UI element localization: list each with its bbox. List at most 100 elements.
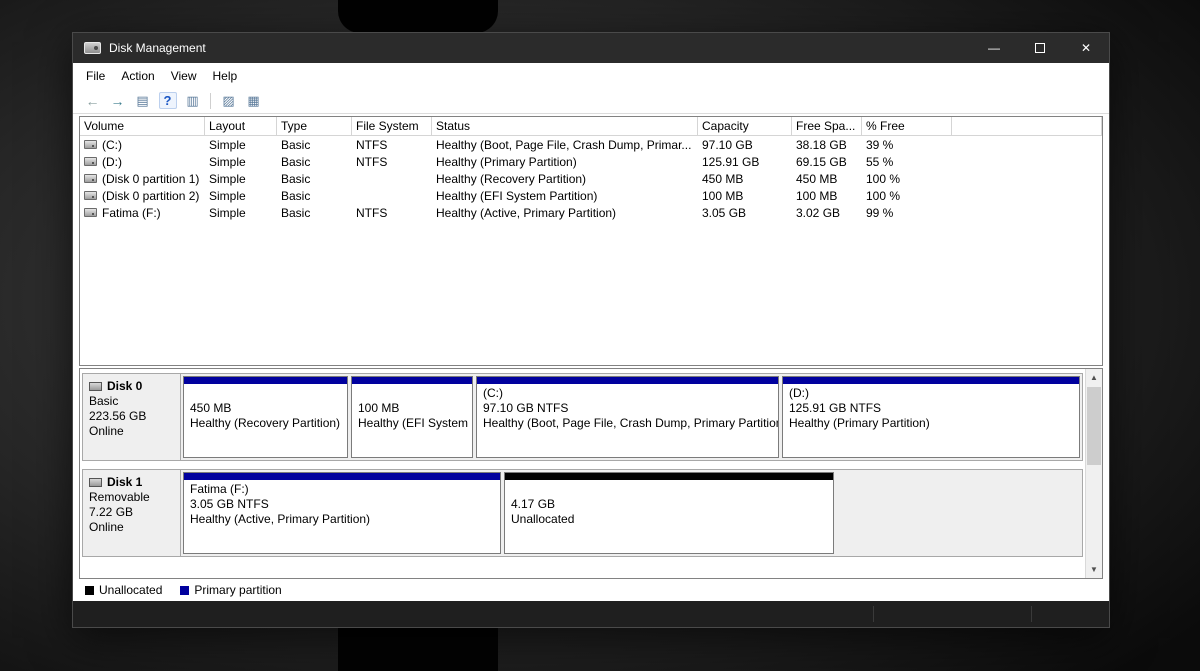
column-header-type[interactable]: Type: [277, 117, 352, 135]
volume-list-header: Volume Layout Type File System Status Ca…: [80, 117, 1102, 136]
disk0-size: 223.56 GB: [89, 409, 174, 424]
cell-status: Healthy (EFI System Partition): [432, 189, 698, 203]
partition-color-bar: [352, 377, 472, 384]
volume-row-c[interactable]: (C:) Simple Basic NTFS Healthy (Boot, Pa…: [80, 136, 1102, 153]
back-icon[interactable]: ←: [80, 90, 105, 112]
column-header-volume[interactable]: Volume: [80, 117, 205, 135]
volume-row-disk0-partition2[interactable]: (Disk 0 partition 2) Simple Basic Health…: [80, 187, 1102, 204]
menu-file[interactable]: File: [78, 65, 113, 87]
cell-free-space: 100 MB: [792, 189, 862, 203]
cell-type: Basic: [277, 138, 352, 152]
disk1-info[interactable]: Disk 1 Removable 7.22 GB Online: [83, 470, 181, 556]
cell-capacity: 450 MB: [698, 172, 792, 186]
cell-pct-free: 100 %: [862, 189, 952, 203]
close-button[interactable]: ✕: [1063, 33, 1109, 63]
disk0-info[interactable]: Disk 0 Basic 223.56 GB Online: [83, 374, 181, 460]
disk-icon: [89, 478, 102, 487]
cell-free-space: 3.02 GB: [792, 206, 862, 220]
partition-unallocated[interactable]: 4.17 GB Unallocated: [504, 472, 834, 554]
scrollbar-thumb[interactable]: [1087, 387, 1101, 465]
cell-capacity: 100 MB: [698, 189, 792, 203]
help-icon[interactable]: ?: [155, 90, 180, 112]
disk1-size: 7.22 GB: [89, 505, 174, 520]
scroll-up-icon[interactable]: ▲: [1086, 369, 1102, 386]
disk1-kind: Removable: [89, 490, 174, 505]
volume-list-panel: Volume Layout Type File System Status Ca…: [79, 116, 1103, 366]
toolbar-separator: [210, 93, 211, 109]
drive-icon: [84, 208, 97, 217]
drive-icon: [84, 174, 97, 183]
disk0-kind: Basic: [89, 394, 174, 409]
column-header-capacity[interactable]: Capacity: [698, 117, 792, 135]
cell-layout: Simple: [205, 138, 277, 152]
cell-file-system: NTFS: [352, 206, 432, 220]
drive-icon: [84, 157, 97, 166]
menu-view[interactable]: View: [163, 65, 205, 87]
primary-partition-swatch: [180, 586, 189, 595]
toolbar: ← → ▤ ? ▥ ▨ ▦: [73, 88, 1109, 114]
forward-icon[interactable]: →: [105, 90, 130, 112]
menu-action[interactable]: Action: [113, 65, 162, 87]
partition-efi[interactable]: 100 MB Healthy (EFI System Partition): [351, 376, 473, 458]
action-pane-icon[interactable]: ▥: [180, 90, 205, 112]
cell-type: Basic: [277, 189, 352, 203]
window-title: Disk Management: [109, 41, 206, 55]
drive-icon: [84, 191, 97, 200]
disk-icon: [89, 382, 102, 391]
disk-graphical-panel: Disk 0 Basic 223.56 GB Online 450 MB Hea…: [79, 368, 1103, 579]
title-bar[interactable]: Disk Management — ✕: [73, 33, 1109, 63]
legend-primary-partition: Primary partition: [180, 583, 281, 597]
console-tree-icon[interactable]: ▤: [130, 90, 155, 112]
partition-color-bar: [477, 377, 778, 384]
volume-row-d[interactable]: (D:) Simple Basic NTFS Healthy (Primary …: [80, 153, 1102, 170]
cell-capacity: 97.10 GB: [698, 138, 792, 152]
status-divider: [1031, 606, 1032, 622]
column-header-layout[interactable]: Layout: [205, 117, 277, 135]
cell-pct-free: 100 %: [862, 172, 952, 186]
scroll-down-icon[interactable]: ▼: [1086, 561, 1102, 578]
cell-free-space: 450 MB: [792, 172, 862, 186]
cell-capacity: 3.05 GB: [698, 206, 792, 220]
column-header-free-space[interactable]: Free Spa...: [792, 117, 862, 135]
unallocated-swatch: [85, 586, 94, 595]
partition-color-bar: [184, 377, 347, 384]
partition-d[interactable]: (D:) 125.91 GB NTFS Healthy (Primary Par…: [782, 376, 1080, 458]
volume-row-fatima[interactable]: Fatima (F:) Simple Basic NTFS Healthy (A…: [80, 204, 1102, 221]
properties-icon[interactable]: ▨: [216, 90, 241, 112]
cell-free-space: 69.15 GB: [792, 155, 862, 169]
maximize-icon: [1035, 43, 1045, 53]
partition-recovery[interactable]: 450 MB Healthy (Recovery Partition): [183, 376, 348, 458]
volume-row-disk0-partition1[interactable]: (Disk 0 partition 1) Simple Basic Health…: [80, 170, 1102, 187]
cell-layout: Simple: [205, 206, 277, 220]
monitor-stand-bottom: [338, 627, 498, 671]
cell-volume: (Disk 0 partition 2): [80, 189, 205, 203]
column-header-status[interactable]: Status: [432, 117, 698, 135]
partition-color-bar: [184, 473, 500, 480]
column-header-pct-free[interactable]: % Free: [862, 117, 952, 135]
cell-status: Healthy (Boot, Page File, Crash Dump, Pr…: [432, 138, 698, 152]
disk0-status: Online: [89, 424, 174, 439]
cell-free-space: 38.18 GB: [792, 138, 862, 152]
graph-vertical-scrollbar[interactable]: ▲ ▼: [1085, 369, 1102, 578]
maximize-button[interactable]: [1017, 33, 1063, 63]
list-view-icon[interactable]: ▦: [241, 90, 266, 112]
monitor-stand-top: [338, 0, 498, 33]
column-header-file-system[interactable]: File System: [352, 117, 432, 135]
cell-layout: Simple: [205, 155, 277, 169]
cell-volume: Fatima (F:): [80, 206, 205, 220]
menu-bar: File Action View Help: [73, 63, 1109, 88]
status-bar: [73, 601, 1109, 627]
drive-icon: [84, 140, 97, 149]
disk-management-icon[interactable]: [84, 42, 101, 54]
cell-status: Healthy (Primary Partition): [432, 155, 698, 169]
menu-help[interactable]: Help: [205, 65, 246, 87]
minimize-button[interactable]: —: [971, 33, 1017, 63]
partition-color-bar: [783, 377, 1079, 384]
partition-fatima[interactable]: Fatima (F:) 3.05 GB NTFS Healthy (Active…: [183, 472, 501, 554]
cell-status: Healthy (Active, Primary Partition): [432, 206, 698, 220]
partition-color-bar: [505, 473, 833, 480]
cell-file-system: NTFS: [352, 138, 432, 152]
partition-c[interactable]: (C:) 97.10 GB NTFS Healthy (Boot, Page F…: [476, 376, 779, 458]
legend-bar: Unallocated Primary partition: [73, 579, 1109, 601]
cell-capacity: 125.91 GB: [698, 155, 792, 169]
